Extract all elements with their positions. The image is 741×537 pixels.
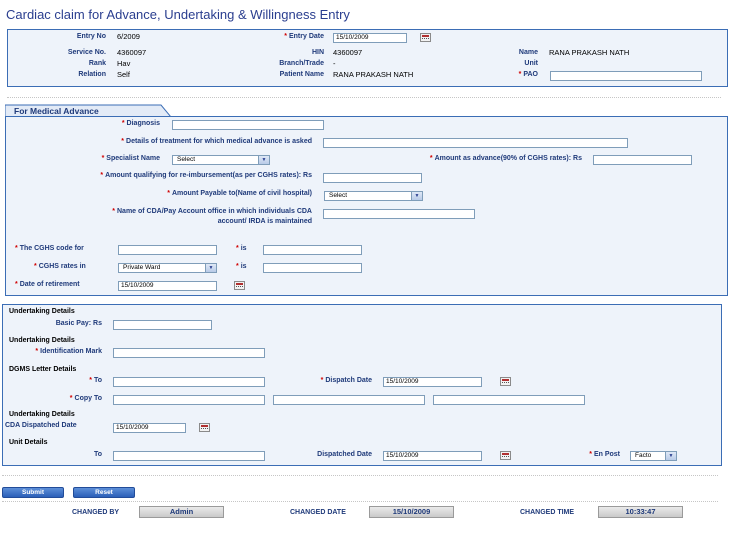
calendar-icon[interactable] bbox=[500, 451, 511, 460]
amount-reimbursement-input[interactable] bbox=[323, 173, 422, 183]
changed-date-value: 15/10/2009 bbox=[369, 506, 454, 518]
relation-label: Relation bbox=[78, 71, 106, 78]
basic-pay-label: Basic Pay: Rs bbox=[55, 320, 102, 327]
identification-input[interactable] bbox=[113, 348, 265, 358]
unit-to-input[interactable] bbox=[113, 451, 265, 461]
patient-name-label: Patient Name bbox=[279, 71, 324, 78]
amount-payable-select[interactable]: Select ▼ bbox=[324, 191, 423, 201]
branch-label: Branch/Trade bbox=[279, 60, 324, 67]
submit-button[interactable]: Submit bbox=[2, 487, 64, 498]
dgms-letter-heading: DGMS Letter Details bbox=[9, 366, 77, 373]
cghs-rates-select[interactable]: Private Ward ▼ bbox=[118, 263, 217, 273]
entry-no-label: Entry No bbox=[76, 33, 106, 40]
name-label: Name bbox=[518, 49, 538, 56]
pao-label: * PAO bbox=[518, 71, 538, 78]
undertaking-heading: Undertaking Details bbox=[9, 308, 75, 315]
hin-label: HIN bbox=[311, 49, 324, 56]
copy-to-input-3[interactable] bbox=[433, 395, 585, 405]
pao-input[interactable] bbox=[550, 71, 702, 81]
changed-time-value: 10:33:47 bbox=[598, 506, 683, 518]
cghs-rates-label: * CGHS rates in bbox=[34, 263, 86, 270]
page-title: Cardiac claim for Advance, Undertaking &… bbox=[6, 7, 350, 22]
cghs-rates-is-label: * is bbox=[236, 263, 247, 270]
unit-to-label: To bbox=[93, 451, 102, 458]
amount-reimbursement-label: * Amount qualifying for re-imbursement(as… bbox=[100, 172, 312, 179]
entry-date-label: * Entry Date bbox=[284, 33, 324, 40]
cghs-rates-is-input[interactable] bbox=[263, 263, 362, 273]
changed-by-value: Admin bbox=[139, 506, 224, 518]
patient-name-value: RANA PRAKASH NATH bbox=[333, 70, 414, 79]
divider bbox=[2, 475, 718, 476]
dispatched-date-input[interactable]: 15/10/2009 bbox=[383, 451, 482, 461]
cghs-code-input[interactable] bbox=[118, 245, 217, 255]
copy-to-input-2[interactable] bbox=[273, 395, 425, 405]
specialist-select[interactable]: Select ▼ bbox=[172, 155, 270, 165]
amount-payable-label: * Amount Payable to(Name of civil hospita… bbox=[167, 190, 312, 197]
amount-advance-label: * Amount as advance(90% of CGHS rates): R… bbox=[429, 155, 582, 162]
dispatch-date-input[interactable]: 15/10/2009 bbox=[383, 377, 482, 387]
rank-label: Rank bbox=[88, 60, 106, 67]
rank-value: Hav bbox=[117, 59, 131, 68]
section-title: For Medical Advance bbox=[14, 106, 99, 116]
chevron-down-icon: ▼ bbox=[205, 264, 216, 272]
calendar-icon[interactable] bbox=[199, 423, 210, 432]
reset-button[interactable]: Reset bbox=[73, 487, 135, 498]
retirement-label: * Date of retirement bbox=[15, 281, 80, 288]
cda-input[interactable] bbox=[323, 209, 475, 219]
cda-dispatched-label: CDA Dispatched Date bbox=[5, 422, 77, 429]
treatment-details-input[interactable] bbox=[323, 138, 628, 148]
service-no-label: Service No. bbox=[67, 49, 106, 56]
diagnosis-input[interactable] bbox=[172, 120, 324, 130]
amount-advance-input[interactable] bbox=[593, 155, 692, 165]
copy-to-label: * Copy To bbox=[69, 395, 102, 402]
cda-label: * Name of CDA/Pay Account office in which… bbox=[112, 208, 312, 215]
dispatch-date-label: * Dispatch Date bbox=[320, 377, 372, 384]
undertaking-heading-2: Undertaking Details bbox=[9, 337, 75, 344]
calendar-icon[interactable] bbox=[234, 281, 245, 290]
entry-date-input[interactable]: 15/10/2009 bbox=[333, 33, 407, 43]
basic-pay-input[interactable] bbox=[113, 320, 212, 330]
entry-no-value: 6/2009 bbox=[117, 32, 140, 41]
calendar-icon[interactable] bbox=[500, 377, 511, 386]
to-input[interactable] bbox=[113, 377, 265, 387]
service-no-value: 4360097 bbox=[117, 48, 147, 57]
divider bbox=[2, 501, 718, 502]
changed-date-label: CHANGED DATE bbox=[290, 509, 346, 516]
chevron-down-icon: ▼ bbox=[665, 452, 676, 460]
branch-value: - bbox=[333, 59, 336, 68]
specialist-label: * Specialist Name bbox=[101, 155, 160, 162]
undertaking-panel bbox=[2, 304, 722, 466]
cghs-code-is-input[interactable] bbox=[263, 245, 362, 255]
chevron-down-icon: ▼ bbox=[258, 156, 269, 164]
cda-label-line2: account/ IRDA is maintained bbox=[217, 218, 312, 225]
unit-details-heading: Unit Details bbox=[9, 439, 48, 446]
cghs-code-label: * The CGHS code for bbox=[15, 245, 84, 252]
undertaking-heading-3: Undertaking Details bbox=[9, 411, 75, 418]
en-post-label: * En Post bbox=[589, 451, 620, 458]
copy-to-input-1[interactable] bbox=[113, 395, 265, 405]
name-value: RANA PRAKASH NATH bbox=[549, 48, 630, 57]
divider bbox=[7, 97, 721, 98]
chevron-down-icon: ▼ bbox=[411, 192, 422, 200]
cda-dispatched-input[interactable]: 15/10/2009 bbox=[113, 423, 186, 433]
changed-time-label: CHANGED TIME bbox=[520, 509, 575, 516]
changed-by-label: CHANGED BY bbox=[72, 509, 120, 516]
relation-value: Self bbox=[117, 70, 130, 79]
diagnosis-label: * Diagnosis bbox=[121, 120, 160, 127]
hin-value: 4360097 bbox=[333, 48, 363, 57]
cghs-code-is-label: * is bbox=[236, 245, 247, 252]
en-post-select[interactable]: Facto ▼ bbox=[630, 451, 677, 461]
to-label: * To bbox=[89, 377, 102, 384]
dispatched-date-label: Dispatched Date bbox=[317, 451, 372, 458]
treatment-details-label: * Details of treatment for which medical … bbox=[121, 138, 312, 145]
calendar-icon[interactable] bbox=[420, 33, 431, 42]
retirement-input[interactable]: 15/10/2009 bbox=[118, 281, 217, 291]
identification-label: * Identification Mark bbox=[35, 348, 102, 355]
unit-label: Unit bbox=[524, 60, 538, 67]
